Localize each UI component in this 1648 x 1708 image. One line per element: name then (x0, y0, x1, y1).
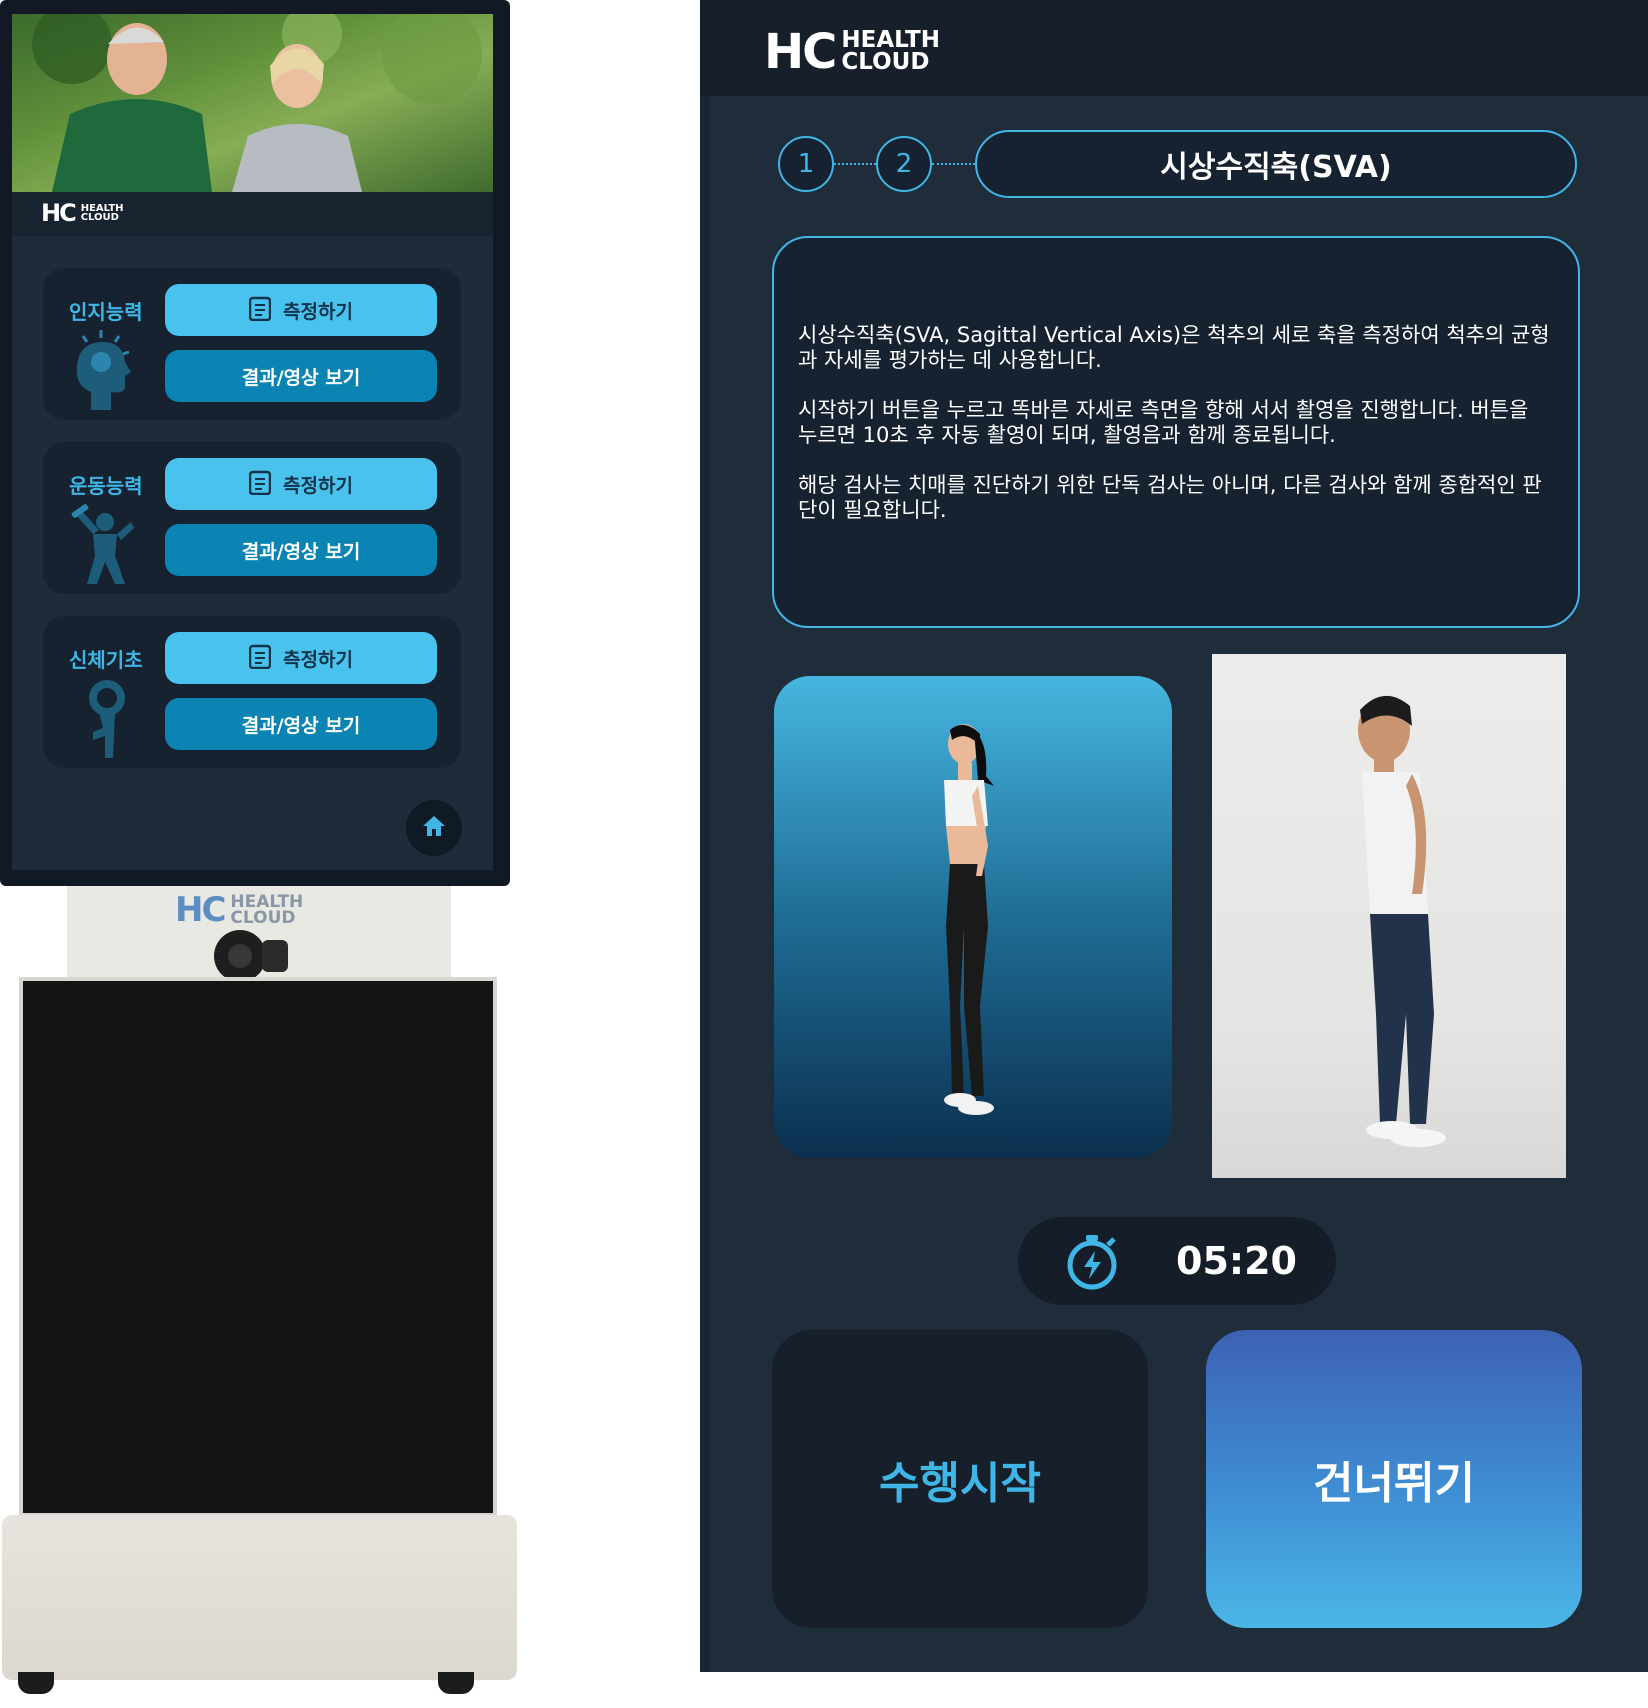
clipboard-icon (248, 469, 272, 500)
skip-button[interactable]: 건너뛰기 (1206, 1330, 1582, 1628)
kiosk-stand: HC HEALTH CLOUD (67, 886, 451, 986)
category-card-physical-basics: 신체기초 측정하기 결과/영상 보기 (43, 616, 461, 768)
page-title: 시상수직축(SVA) (975, 130, 1577, 198)
side-posture-photo (1212, 654, 1566, 1178)
side-posture-illustration (774, 676, 1172, 1158)
category-label: 운동능력 (69, 474, 143, 498)
category-card-cognitive: 인지능력 측정하기 결과/영상 보기 (43, 268, 461, 420)
kiosk-screen: HC HEALTH CLOUD 인지능력 측정하기 결과/영상 보기 운동능력 … (0, 0, 510, 886)
kiosk-wheel (18, 1672, 54, 1694)
description-card: 시상수직축(SVA, Sagittal Vertical Axis)은 척추의 … (772, 236, 1580, 628)
category-label: 인지능력 (69, 300, 143, 324)
result-video-button[interactable]: 결과/영상 보기 (165, 350, 437, 402)
timer-value: 05:20 (1176, 1239, 1297, 1283)
health-cloud-logo: HC HEALTH CLOUD (41, 199, 124, 227)
exercise-person-icon (71, 504, 135, 588)
start-button[interactable]: 수행시작 (772, 1330, 1148, 1628)
step-connector (932, 163, 975, 165)
category-card-motor: 운동능력 측정하기 결과/영상 보기 (43, 442, 461, 594)
clipboard-icon (248, 295, 272, 326)
countdown-timer: 05:20 (1018, 1217, 1336, 1305)
result-video-button[interactable]: 결과/영상 보기 (165, 524, 437, 576)
category-label: 신체기초 (69, 648, 143, 672)
health-cloud-logo: HC HEALTH CLOUD (764, 24, 940, 80)
seniors-running-photo (12, 14, 493, 192)
brain-head-icon (71, 330, 135, 414)
kiosk-logo-bar: HC HEALTH CLOUD (12, 192, 493, 236)
clipboard-icon (248, 643, 272, 674)
step-indicator-1: 1 (778, 136, 834, 192)
kiosk-base (2, 1515, 517, 1680)
kiosk-wheel (438, 1672, 474, 1694)
result-video-button[interactable]: 결과/영상 보기 (165, 698, 437, 750)
kiosk-display: HC HEALTH CLOUD 인지능력 측정하기 결과/영상 보기 운동능력 … (12, 14, 493, 870)
step-indicator-2: 2 (876, 136, 932, 192)
home-icon (422, 815, 446, 841)
health-cloud-logo-stand: HC HEALTH CLOUD (175, 890, 304, 930)
home-button[interactable] (406, 800, 462, 856)
description-paragraph: 시작하기 버튼을 누르고 똑바른 자세로 측면을 향해 서서 촬영을 진행합니다… (798, 398, 1529, 447)
app-header: HC HEALTH CLOUD (700, 0, 1648, 96)
sva-measurement-screen: HC HEALTH CLOUD 1 2 시상수직축(SVA) 시상수직축(SVA… (700, 0, 1648, 1672)
stopwatch-icon (1064, 1233, 1120, 1295)
body-figure-icon (71, 678, 135, 762)
measure-button[interactable]: 측정하기 (165, 284, 437, 336)
description-paragraph: 시상수직축(SVA, Sagittal Vertical Axis)은 척추의 … (798, 323, 1550, 372)
measure-button[interactable]: 측정하기 (165, 458, 437, 510)
description-paragraph: 해당 검사는 치매를 진단하기 위한 단독 검사는 아니며, 다른 검사와 함께… (798, 473, 1542, 522)
measure-button[interactable]: 측정하기 (165, 632, 437, 684)
step-connector (834, 163, 876, 165)
kiosk-cabinet (19, 977, 497, 1517)
